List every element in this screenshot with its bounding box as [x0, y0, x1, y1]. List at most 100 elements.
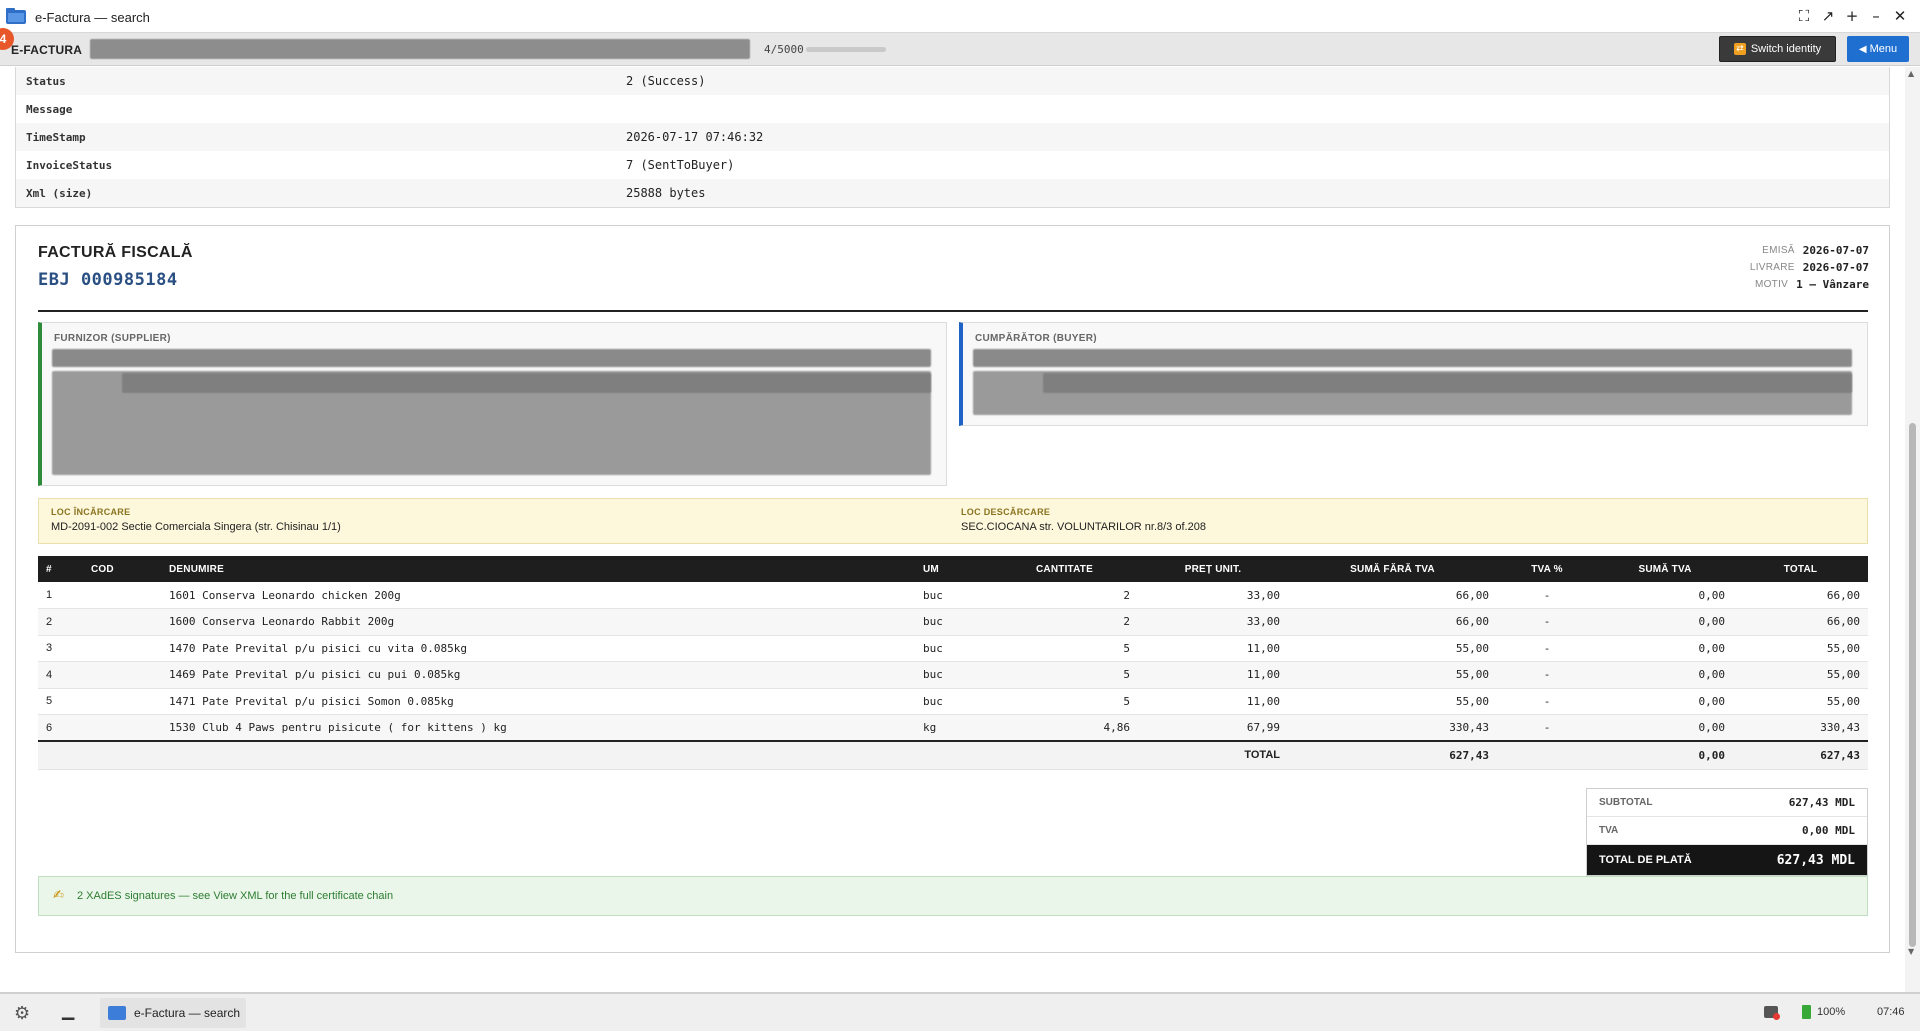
cell-um: buc: [915, 688, 991, 715]
cell-name: 1601 Conserva Leonardo chicken 200g: [161, 582, 915, 609]
switch-icon: ⇄: [1733, 43, 1746, 55]
cell-name: 1600 Conserva Leonardo Rabbit 200g: [161, 608, 915, 636]
cell-vat-pct: -: [1497, 688, 1597, 715]
caret-left-icon: ◀: [1858, 43, 1867, 55]
subtotal-value: 627,43 MDL: [1788, 796, 1855, 809]
vat-value: 0,00 MDL: [1802, 824, 1855, 837]
meta-row: Xml (size) 25888 bytes: [16, 179, 1889, 207]
invoice-title: FACTURĂ FISCALĂ: [38, 244, 193, 261]
folder-icon: [108, 1006, 126, 1020]
cell-name: 1470 Pate Prevital p/u pisici cu vita 0.…: [161, 635, 915, 662]
cell-um: buc: [915, 608, 991, 636]
cell-vat-pct: -: [1497, 714, 1597, 742]
minimize-all-icon[interactable]: ▁: [62, 1001, 74, 1020]
taskbar: ⚙ ▁ e-Factura — search 100% 07:46: [0, 993, 1920, 1031]
footer-total: 627,43: [1733, 740, 1868, 770]
scrollbar-thumb[interactable]: [1909, 423, 1916, 947]
vertical-scrollbar[interactable]: ▲ ▼: [1905, 67, 1920, 992]
meta-row: Status 2 (Success): [16, 67, 1889, 95]
cell-cod: [83, 714, 161, 742]
meta-value: 2026-07-17 07:46:32: [616, 130, 1889, 144]
menu-label: Menu: [1869, 43, 1898, 55]
taskbar-item-efactura[interactable]: e-Factura — search: [100, 998, 246, 1028]
taskbar-item-label: e-Factura — search: [134, 1006, 241, 1020]
fullscreen-icon[interactable]: ⛶: [1792, 6, 1816, 26]
signature-banner: ✍ 2 XAdES signatures — see View XML for …: [38, 876, 1868, 916]
meta-row: Message: [16, 95, 1889, 123]
table-row: 1 1601 Conserva Leonardo chicken 200g buc 2…: [38, 582, 1868, 609]
column-header: CANTITATE: [991, 556, 1138, 582]
footer-vat: 0,00: [1597, 740, 1733, 770]
delivery-label: LIVRARE: [1749, 262, 1795, 273]
cell-net: 66,00: [1288, 582, 1497, 609]
reason-value: 1 — Vânzare: [1796, 278, 1869, 291]
table-row: 5 1471 Pate Prevital p/u pisici Somon 0.0…: [38, 688, 1868, 715]
meta-value: 7 (SentToBuyer): [616, 158, 1889, 172]
unloading-label: LOC DESCĂRCARE: [961, 507, 1051, 517]
invoice-panel: FACTURĂ FISCALĂ EBJ 000985184 EMISĂ 2026-…: [15, 225, 1890, 953]
menu-button[interactable]: ◀ Menu: [1847, 36, 1909, 62]
search-input-redacted[interactable]: [90, 39, 750, 59]
cell-price: 33,00: [1138, 582, 1288, 609]
cell-qty: 5: [991, 688, 1138, 715]
loading-locations: LOC ÎNCĂRCARE MD-2091-002 Sectie Comerci…: [38, 498, 1868, 544]
scroll-down-icon[interactable]: ▼: [1908, 947, 1914, 956]
buyer-card: CUMPĂRĂTOR (BUYER): [959, 322, 1868, 426]
window-titlebar: e-Factura — search ⛶ ↗ + – ✕: [0, 0, 1920, 33]
meta-value: 2 (Success): [616, 74, 1889, 88]
battery-icon[interactable]: [1802, 1005, 1811, 1019]
grand-total-label: TOTAL DE PLATĂ: [1599, 854, 1692, 866]
cell-cod: [83, 688, 161, 715]
clock[interactable]: 07:46: [1877, 1006, 1905, 1018]
scroll-up-icon[interactable]: ▲: [1908, 69, 1914, 78]
cell-price: 33,00: [1138, 608, 1288, 636]
subtotal-label: SUBTOTAL: [1599, 797, 1653, 808]
loading-label: LOC ÎNCĂRCARE: [51, 507, 131, 517]
cell-n: 1: [38, 582, 83, 609]
cell-n: 2: [38, 608, 83, 636]
cell-um: buc: [915, 635, 991, 662]
cell-total: 330,43: [1733, 714, 1868, 742]
network-alert-dot: [1773, 1013, 1780, 1020]
minimize-icon[interactable]: –: [1864, 6, 1888, 26]
cell-n: 4: [38, 661, 83, 689]
cell-cod: [83, 582, 161, 609]
table-body: 1 1601 Conserva Leonardo chicken 200g buc 2…: [38, 582, 1868, 742]
cell-net: 55,00: [1288, 661, 1497, 689]
table-header-row: # COD DENUMIRE UM CANTITATE PREȚ UNIT. SUMĂ FĂ…: [38, 556, 1868, 582]
switch-identity-label: Switch identity: [1750, 43, 1822, 55]
supplier-id-redacted: [122, 373, 931, 393]
cell-price: 67,99: [1138, 714, 1288, 742]
cell-total: 55,00: [1733, 688, 1868, 715]
app-brand: E-FACTURA: [11, 43, 83, 57]
table-row: 3 1470 Pate Prevital p/u pisici cu vita 0…: [38, 635, 1868, 662]
cell-total: 66,00: [1733, 608, 1868, 636]
network-icon[interactable]: [1764, 1006, 1780, 1020]
close-icon[interactable]: ✕: [1888, 6, 1912, 26]
column-header: SUMĂ TVA: [1597, 556, 1733, 582]
column-header: DENUMIRE: [161, 556, 915, 582]
subtotal-row: SUBTOTAL 627,43 MDL: [1587, 789, 1867, 817]
cell-net: 55,00: [1288, 635, 1497, 662]
meta-row: InvoiceStatus 7 (SentToBuyer): [16, 151, 1889, 179]
cell-net: 55,00: [1288, 688, 1497, 715]
plus-icon[interactable]: +: [1840, 6, 1864, 26]
column-header: COD: [83, 556, 161, 582]
signature-text: 2 XAdES signatures — see View XML for th…: [77, 890, 394, 902]
meta-key: TimeStamp: [26, 130, 86, 144]
unloading-place: LOC DESCĂRCARE SEC.CIOCANA str. VOLUNTAR…: [961, 507, 1206, 533]
signature-pen-icon: ✍: [53, 888, 64, 903]
table-row: 4 1469 Pate Prevital p/u pisici cu pui 0.…: [38, 661, 1868, 689]
restore-icon[interactable]: ↗: [1816, 6, 1840, 26]
cell-price: 11,00: [1138, 688, 1288, 715]
cell-vat: 0,00: [1597, 635, 1733, 662]
delivery-date: 2026-07-07: [1802, 261, 1869, 274]
unloading-value: SEC.CIOCANA str. VOLUNTARILOR nr.8/3 of.…: [961, 521, 1206, 533]
meta-key: Status: [26, 74, 66, 88]
meta-key: Message: [26, 102, 73, 116]
gear-icon[interactable]: ⚙: [14, 1003, 30, 1024]
cell-n: 5: [38, 688, 83, 715]
switch-identity-button[interactable]: ⇄ Switch identity: [1719, 36, 1836, 62]
cell-name: 1471 Pate Prevital p/u pisici Somon 0.08…: [161, 688, 915, 715]
cell-total: 66,00: [1733, 582, 1868, 609]
